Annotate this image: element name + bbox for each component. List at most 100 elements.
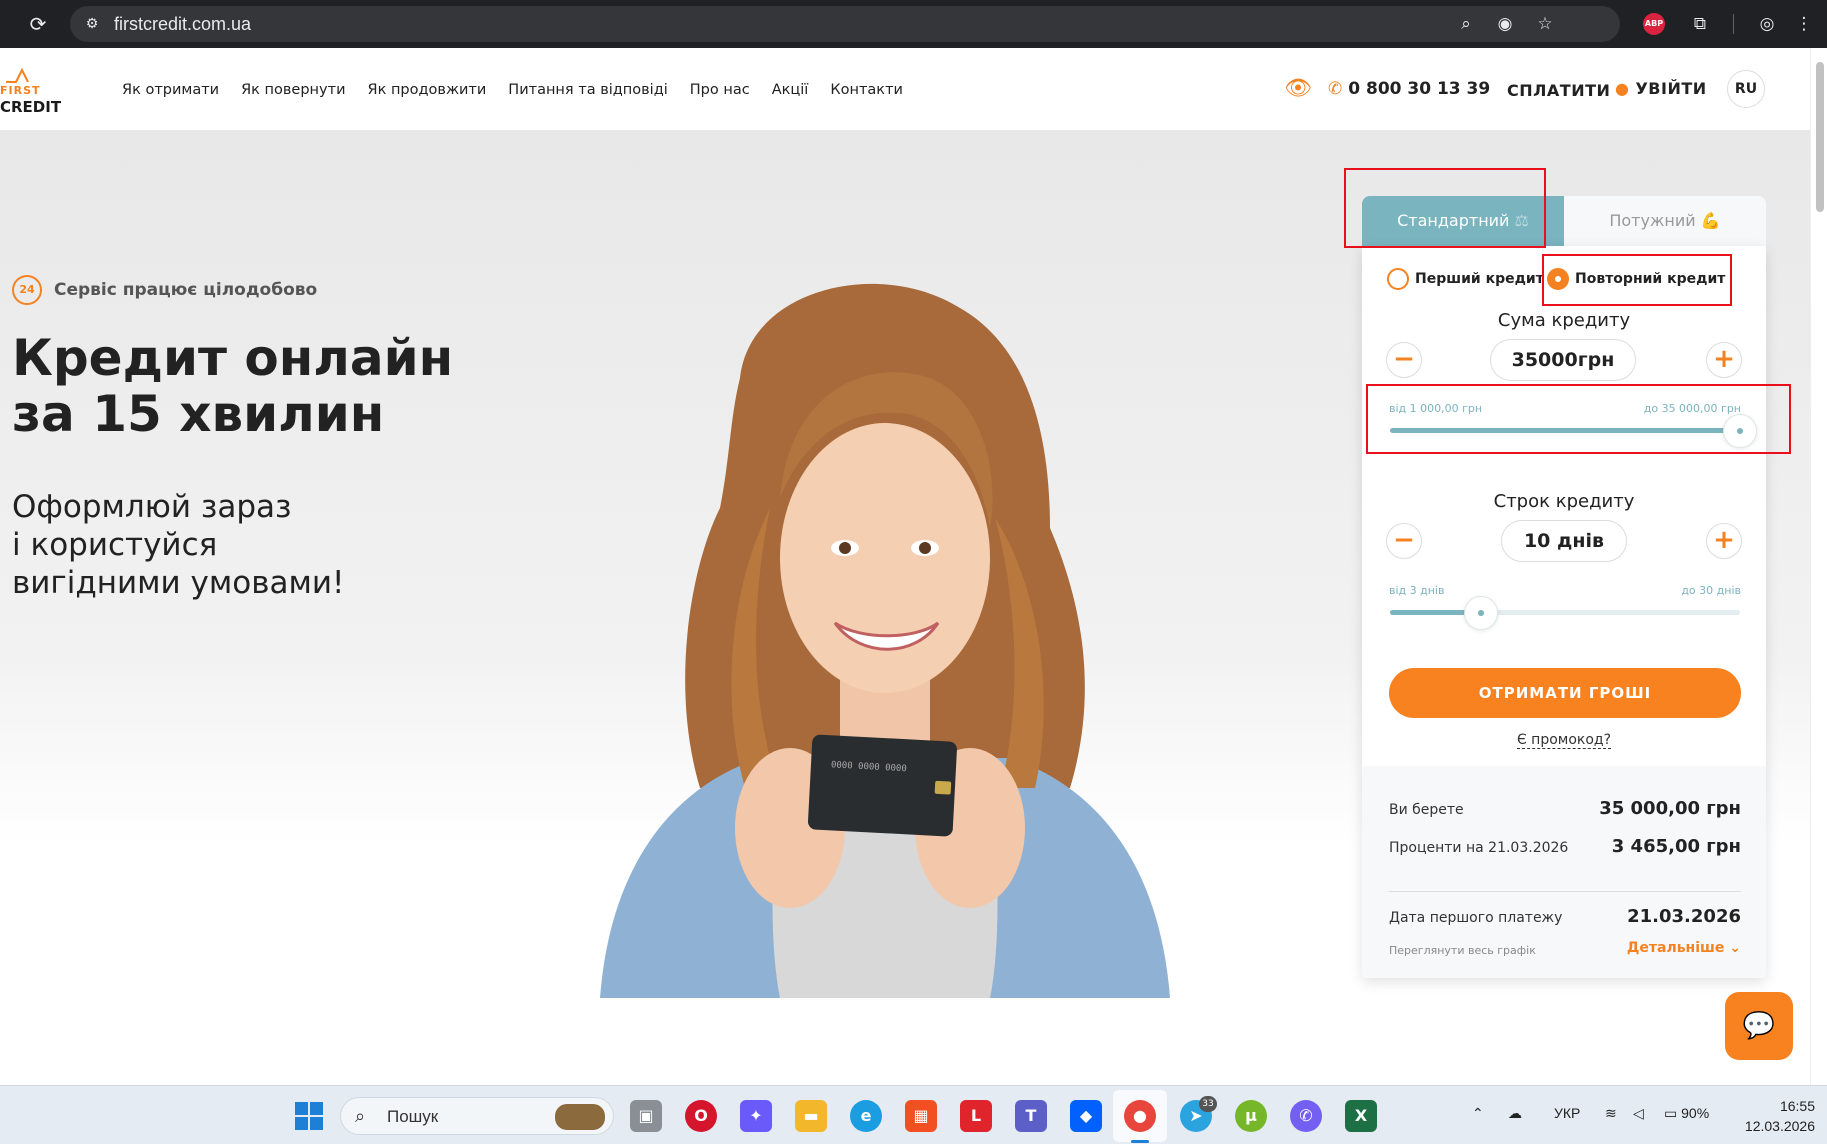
- edge-icon[interactable]: e: [850, 1100, 882, 1132]
- bookmark-star-icon[interactable]: ☆: [1534, 13, 1556, 35]
- summary-interest-row: Проценти на 21.03.2026 3 465,00 грн: [1389, 836, 1741, 857]
- system-clock[interactable]: 16:55 12.03.2026: [1743, 1096, 1815, 1136]
- nav-how-to-repay[interactable]: Як повернути: [241, 82, 345, 98]
- tab-powerful-label: Потужний: [1609, 211, 1696, 230]
- copilot-icon[interactable]: ✦: [740, 1100, 772, 1132]
- taskbar-search[interactable]: ⌕ Пошук: [340, 1097, 614, 1135]
- promo-code-label: Є промокод?: [1516, 732, 1612, 749]
- term-slider-thumb[interactable]: [1464, 596, 1498, 630]
- calculator-card: Перший кредит Повторний кредит Сума кред…: [1362, 246, 1766, 978]
- details-link[interactable]: Детальніше ⌄: [1627, 940, 1741, 956]
- pay-link[interactable]: СПЛАТИТИ: [1507, 81, 1610, 100]
- term-input[interactable]: 10 днів: [1501, 520, 1627, 562]
- chat-icon[interactable]: 💬: [1725, 992, 1793, 1060]
- first-payment-label: Дата першого платежу: [1389, 910, 1563, 926]
- highlight-box-slider: [1366, 384, 1791, 454]
- onedrive-icon[interactable]: ☁: [1508, 1105, 1522, 1122]
- menu-icon[interactable]: ⋮: [1792, 12, 1816, 36]
- chrome-icon[interactable]: ●: [1124, 1100, 1156, 1132]
- amount-input[interactable]: 35000грн: [1490, 339, 1636, 381]
- summary-first-payment-row: Дата першого платежу 21.03.2026: [1389, 906, 1741, 927]
- nav-about[interactable]: Про нас: [690, 82, 750, 98]
- chrome-active-indicator: [1131, 1140, 1149, 1143]
- taskbar-search-label: Пошук: [387, 1107, 439, 1126]
- profile-icon[interactable]: ◎: [1755, 12, 1779, 36]
- highlight-box-tab: [1344, 168, 1546, 248]
- tray-overflow-icon[interactable]: ⌃: [1472, 1105, 1484, 1122]
- excel-icon[interactable]: X: [1345, 1100, 1377, 1132]
- tab-powerful[interactable]: Потужний 💪: [1564, 196, 1766, 246]
- chevron-down-icon: ⌄: [1729, 940, 1741, 956]
- service-text: Сервіс працює цілодобово: [54, 280, 318, 300]
- term-label: Строк кредиту: [1493, 491, 1635, 512]
- logo-first-text: FIRST: [0, 84, 41, 97]
- term-slider-track[interactable]: [1390, 610, 1740, 615]
- search-icon: ⌕: [355, 1106, 366, 1127]
- accessibility-eye-icon[interactable]: 👁: [1284, 78, 1312, 100]
- term-max-label: до 30 днів: [1681, 584, 1741, 597]
- zoom-icon[interactable]: ⌕: [1455, 13, 1477, 35]
- 24h-badge-icon: 24: [12, 275, 42, 305]
- extensions-icon[interactable]: ⧉: [1688, 12, 1712, 36]
- reload-icon[interactable]: ⟳: [24, 10, 52, 38]
- details-label: Детальніше: [1626, 940, 1725, 956]
- nav-contacts[interactable]: Контакти: [830, 82, 903, 98]
- page-scrollbar[interactable]: [1810, 48, 1827, 1085]
- keyboard-language[interactable]: УКР: [1554, 1105, 1580, 1121]
- term-min-label: від 3 днів: [1389, 584, 1445, 597]
- windows-start-icon[interactable]: [295, 1102, 323, 1130]
- eye-off-icon[interactable]: ◉: [1494, 13, 1516, 35]
- take-value: 35 000,00 грн: [1599, 798, 1741, 819]
- language-switch[interactable]: RU: [1727, 70, 1765, 108]
- microsoft-store-icon[interactable]: ▦: [905, 1100, 937, 1132]
- phone-icon: ✆: [1328, 79, 1343, 99]
- term-plus-button[interactable]: +: [1706, 523, 1742, 559]
- first-payment-value: 21.03.2026: [1627, 906, 1741, 927]
- get-money-button[interactable]: ОТРИМАТИ ГРОШІ: [1389, 668, 1741, 718]
- phone-link[interactable]: ✆ 0 800 30 13 39: [1328, 79, 1490, 99]
- wifi-icon[interactable]: ≋: [1605, 1105, 1617, 1122]
- promo-code-link[interactable]: Є промокод?: [1362, 732, 1766, 749]
- highlight-box-radio: [1542, 254, 1732, 306]
- viber-icon[interactable]: ✆: [1290, 1100, 1322, 1132]
- summary-take-row: Ви берете 35 000,00 грн: [1389, 798, 1741, 819]
- login-link[interactable]: ● УВІЙТИ: [1615, 79, 1707, 98]
- term-minus-button[interactable]: −: [1386, 523, 1422, 559]
- dropbox-icon[interactable]: ◆: [1070, 1100, 1102, 1132]
- battery-indicator[interactable]: ▭ 90%: [1664, 1105, 1709, 1122]
- nav-how-to-extend[interactable]: Як продовжити: [368, 82, 487, 98]
- nav-faq[interactable]: Питання та відповіді: [508, 82, 667, 98]
- toolbar-divider: [1733, 14, 1734, 34]
- opera-icon[interactable]: O: [685, 1100, 717, 1132]
- site-settings-icon[interactable]: ⚙: [82, 14, 102, 34]
- logo[interactable]: FIRST CREDIT: [0, 68, 70, 118]
- hero-woman-image: 0000 0000 0000: [600, 283, 1170, 998]
- radio-first-credit[interactable]: Перший кредит: [1387, 268, 1544, 290]
- phone-number: 0 800 30 13 39: [1348, 79, 1491, 99]
- battery-percent: 90%: [1681, 1105, 1710, 1121]
- volume-icon[interactable]: ◁: [1633, 1105, 1644, 1122]
- utorrent-icon[interactable]: µ: [1235, 1100, 1267, 1132]
- url-text[interactable]: firstcredit.com.ua: [114, 14, 251, 35]
- address-bar[interactable]: ⚙ firstcredit.com.ua ⌕ ◉ ☆: [70, 6, 1620, 42]
- loan-summary: Ви берете 35 000,00 грн Проценти на 21.0…: [1362, 766, 1766, 978]
- amount-plus-button[interactable]: +: [1706, 342, 1742, 378]
- amount-label: Сума кредиту: [1497, 310, 1631, 331]
- scrollbar-thumb[interactable]: [1816, 62, 1824, 212]
- nav-promotions[interactable]: Акції: [772, 82, 809, 98]
- file-explorer-icon[interactable]: ▬: [795, 1100, 827, 1132]
- telegram-badge: 33: [1199, 1096, 1217, 1112]
- interest-value: 3 465,00 грн: [1611, 836, 1741, 857]
- l-app-icon[interactable]: L: [960, 1100, 992, 1132]
- hero-subtitle-line: і користуйся: [12, 527, 218, 563]
- teams-icon[interactable]: T: [1015, 1100, 1047, 1132]
- amount-minus-button[interactable]: −: [1386, 342, 1422, 378]
- adblock-icon[interactable]: ABP: [1643, 13, 1665, 35]
- schedule-link[interactable]: Переглянути весь графік: [1389, 944, 1536, 957]
- radio-first-label: Перший кредит: [1415, 271, 1544, 287]
- hero-subtitle-line: Оформлюй зараз: [12, 489, 292, 525]
- task-view-icon[interactable]: ▣: [630, 1100, 662, 1132]
- login-label: УВІЙТИ: [1635, 79, 1707, 98]
- nav-how-to-get[interactable]: Як отримати: [122, 82, 219, 98]
- summary-divider: [1389, 891, 1741, 892]
